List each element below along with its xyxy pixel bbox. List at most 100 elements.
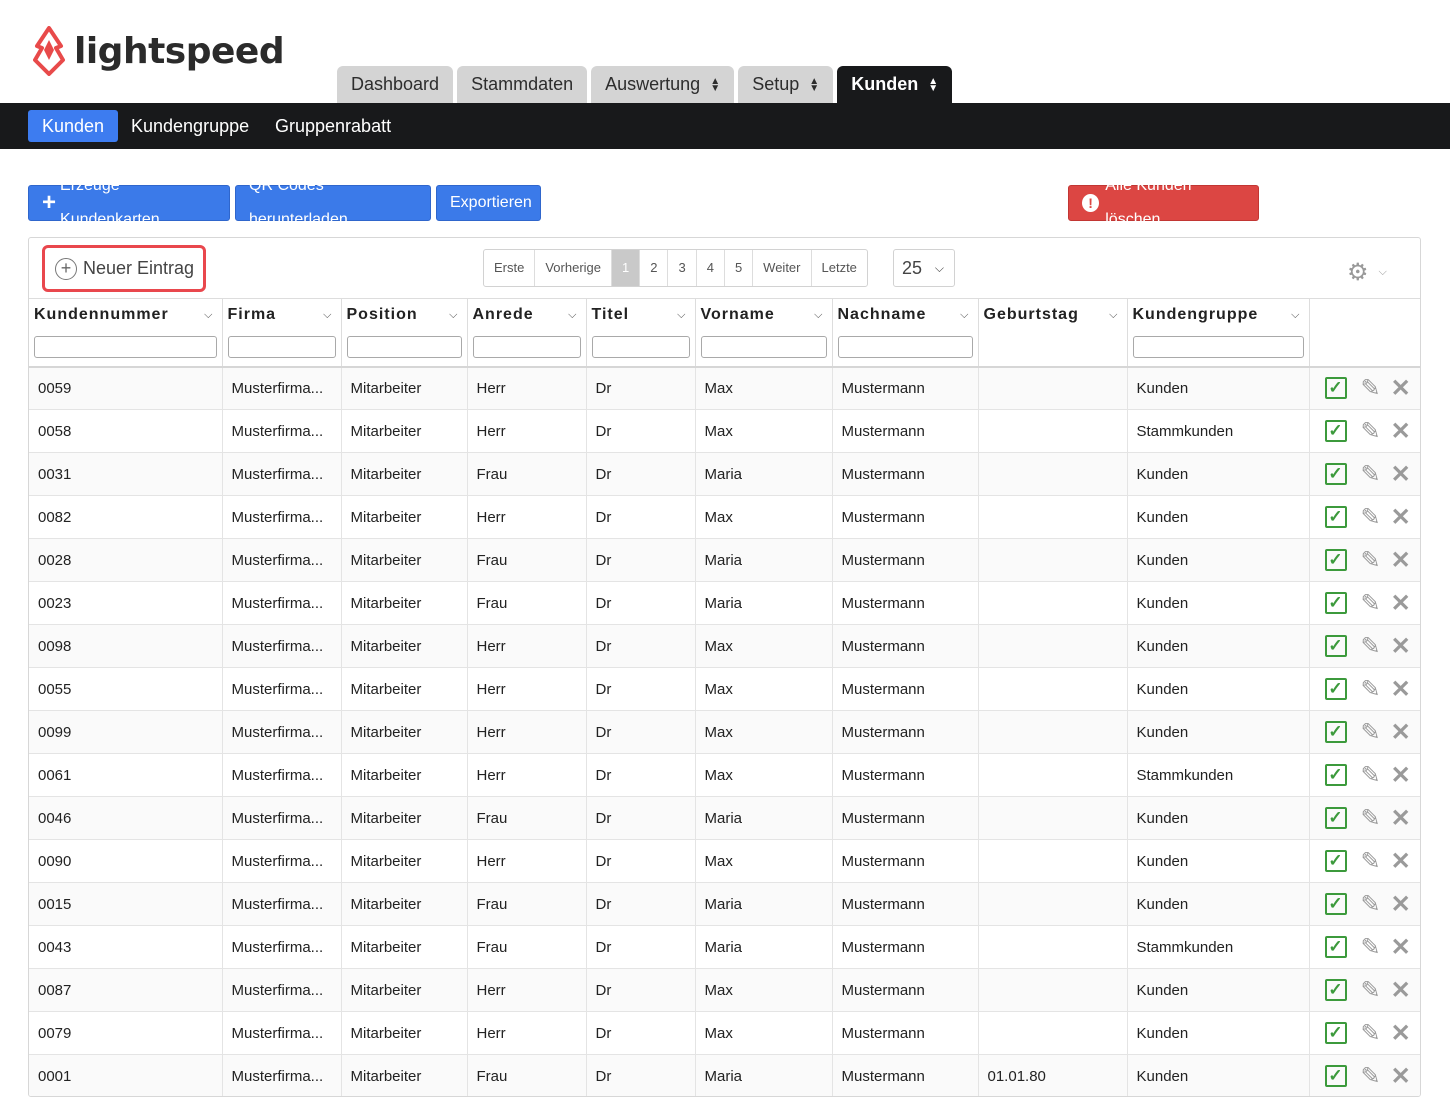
chevron-down-icon[interactable]: ⌵ [814, 309, 823, 322]
chevron-down-icon[interactable]: ⌵ [960, 309, 969, 322]
pager-page-3[interactable]: 3 [668, 250, 696, 286]
column-header-vorname[interactable]: Vorname⌵ [695, 299, 832, 367]
close-icon[interactable]: ✕ [1391, 417, 1411, 446]
pager-page-2[interactable]: 2 [640, 250, 668, 286]
table-row[interactable]: 0090Musterfirma...MitarbeiterHerrDrMaxMu… [29, 840, 1421, 883]
tab-kunden[interactable]: Kunden▲▼ [837, 66, 952, 103]
filter-input-anrede[interactable] [473, 336, 581, 358]
tab-setup[interactable]: Setup▲▼ [738, 66, 833, 103]
chevron-down-icon[interactable]: ⌵ [677, 309, 686, 322]
close-icon[interactable]: ✕ [1391, 1019, 1411, 1048]
close-icon[interactable]: ✕ [1391, 546, 1411, 575]
tab-dashboard[interactable]: Dashboard [337, 66, 453, 103]
check-icon[interactable]: ✓ [1325, 506, 1347, 528]
check-icon[interactable]: ✓ [1325, 979, 1347, 1001]
pencil-icon[interactable]: ✎ [1361, 718, 1381, 747]
check-icon[interactable]: ✓ [1325, 420, 1347, 442]
column-header-anrede[interactable]: Anrede⌵ [467, 299, 586, 367]
close-icon[interactable]: ✕ [1391, 632, 1411, 661]
table-row[interactable]: 0079Musterfirma...MitarbeiterHerrDrMaxMu… [29, 1012, 1421, 1055]
pencil-icon[interactable]: ✎ [1361, 933, 1381, 962]
table-row[interactable]: 0058Musterfirma...MitarbeiterHerrDrMaxMu… [29, 410, 1421, 453]
table-row[interactable]: 0028Musterfirma...MitarbeiterFrauDrMaria… [29, 539, 1421, 582]
table-row[interactable]: 0059Musterfirma...MitarbeiterHerrDrMaxMu… [29, 367, 1421, 410]
check-icon[interactable]: ✓ [1325, 678, 1347, 700]
pager-next[interactable]: Weiter [753, 250, 811, 286]
column-header-geburtstag[interactable]: Geburtstag⌵ [978, 299, 1127, 367]
filter-input-position[interactable] [347, 336, 462, 358]
pencil-icon[interactable]: ✎ [1361, 417, 1381, 446]
chevron-down-icon[interactable]: ⌵ [323, 309, 332, 322]
pager-page-1[interactable]: 1 [612, 250, 640, 286]
column-header-firma[interactable]: Firma⌵ [222, 299, 341, 367]
close-icon[interactable]: ✕ [1391, 933, 1411, 962]
column-header-titel[interactable]: Titel⌵ [586, 299, 695, 367]
check-icon[interactable]: ✓ [1325, 893, 1347, 915]
close-icon[interactable]: ✕ [1391, 589, 1411, 618]
tab-stammdaten[interactable]: Stammdaten [457, 66, 587, 103]
check-icon[interactable]: ✓ [1325, 850, 1347, 872]
pencil-icon[interactable]: ✎ [1361, 761, 1381, 790]
chevron-down-icon[interactable]: ⌵ [204, 309, 213, 322]
chevron-down-icon[interactable]: ⌵ [1291, 309, 1300, 322]
filter-input-kundennummer[interactable] [34, 336, 217, 358]
filter-input-titel[interactable] [592, 336, 690, 358]
table-row[interactable]: 0099Musterfirma...MitarbeiterHerrDrMaxMu… [29, 711, 1421, 754]
close-icon[interactable]: ✕ [1391, 1062, 1411, 1091]
export-button[interactable]: Exportieren [436, 185, 541, 221]
check-icon[interactable]: ✓ [1325, 377, 1347, 399]
brand-logo[interactable]: lightspeed [32, 26, 284, 76]
close-icon[interactable]: ✕ [1391, 804, 1411, 833]
column-header-kundengruppe[interactable]: Kundengruppe⌵ [1127, 299, 1309, 367]
pencil-icon[interactable]: ✎ [1361, 1019, 1381, 1048]
pencil-icon[interactable]: ✎ [1361, 632, 1381, 661]
check-icon[interactable]: ✓ [1325, 807, 1347, 829]
close-icon[interactable]: ✕ [1391, 761, 1411, 790]
chevron-down-icon[interactable]: ⌵ [1109, 309, 1118, 322]
pencil-icon[interactable]: ✎ [1361, 804, 1381, 833]
table-row[interactable]: 0023Musterfirma...MitarbeiterFrauDrMaria… [29, 582, 1421, 625]
tab-auswertung[interactable]: Auswertung▲▼ [591, 66, 734, 103]
create-customer-cards-button[interactable]: +Erzeuge Kundenkarten [28, 185, 230, 221]
pencil-icon[interactable]: ✎ [1361, 589, 1381, 618]
pager-first[interactable]: Erste [484, 250, 535, 286]
filter-input-kundengruppe[interactable] [1133, 336, 1304, 358]
column-settings[interactable]: ⚙ ⌵ [1347, 258, 1387, 287]
pencil-icon[interactable]: ✎ [1361, 890, 1381, 919]
check-icon[interactable]: ✓ [1325, 936, 1347, 958]
close-icon[interactable]: ✕ [1391, 847, 1411, 876]
subnav-kundengruppe[interactable]: Kundengruppe [117, 110, 263, 142]
table-row[interactable]: 0015Musterfirma...MitarbeiterFrauDrMaria… [29, 883, 1421, 926]
pencil-icon[interactable]: ✎ [1361, 675, 1381, 704]
pencil-icon[interactable]: ✎ [1361, 1062, 1381, 1091]
pencil-icon[interactable]: ✎ [1361, 847, 1381, 876]
close-icon[interactable]: ✕ [1391, 718, 1411, 747]
close-icon[interactable]: ✕ [1391, 460, 1411, 489]
table-row[interactable]: 0087Musterfirma...MitarbeiterHerrDrMaxMu… [29, 969, 1421, 1012]
pencil-icon[interactable]: ✎ [1361, 503, 1381, 532]
close-icon[interactable]: ✕ [1391, 503, 1411, 532]
check-icon[interactable]: ✓ [1325, 463, 1347, 485]
close-icon[interactable]: ✕ [1391, 374, 1411, 403]
close-icon[interactable]: ✕ [1391, 976, 1411, 1005]
page-size-select[interactable]: 25 ⌵ [893, 249, 955, 287]
table-row[interactable]: 0031Musterfirma...MitarbeiterFrauDrMaria… [29, 453, 1421, 496]
pencil-icon[interactable]: ✎ [1361, 374, 1381, 403]
check-icon[interactable]: ✓ [1325, 549, 1347, 571]
check-icon[interactable]: ✓ [1325, 1022, 1347, 1044]
pager-last[interactable]: Letzte [812, 250, 867, 286]
subnav-kunden[interactable]: Kunden [28, 110, 118, 142]
pencil-icon[interactable]: ✎ [1361, 460, 1381, 489]
table-row[interactable]: 0082Musterfirma...MitarbeiterHerrDrMaxMu… [29, 496, 1421, 539]
close-icon[interactable]: ✕ [1391, 890, 1411, 919]
table-row[interactable]: 0046Musterfirma...MitarbeiterFrauDrMaria… [29, 797, 1421, 840]
pencil-icon[interactable]: ✎ [1361, 546, 1381, 575]
check-icon[interactable]: ✓ [1325, 1065, 1347, 1087]
pager-page-5[interactable]: 5 [725, 250, 753, 286]
chevron-down-icon[interactable]: ⌵ [568, 309, 577, 322]
table-row[interactable]: 0043Musterfirma...MitarbeiterFrauDrMaria… [29, 926, 1421, 969]
table-row[interactable]: 0061Musterfirma...MitarbeiterHerrDrMaxMu… [29, 754, 1421, 797]
download-qr-codes-button[interactable]: QR Codes herunterladen [235, 185, 431, 221]
check-icon[interactable]: ✓ [1325, 592, 1347, 614]
table-row[interactable]: 0055Musterfirma...MitarbeiterHerrDrMaxMu… [29, 668, 1421, 711]
